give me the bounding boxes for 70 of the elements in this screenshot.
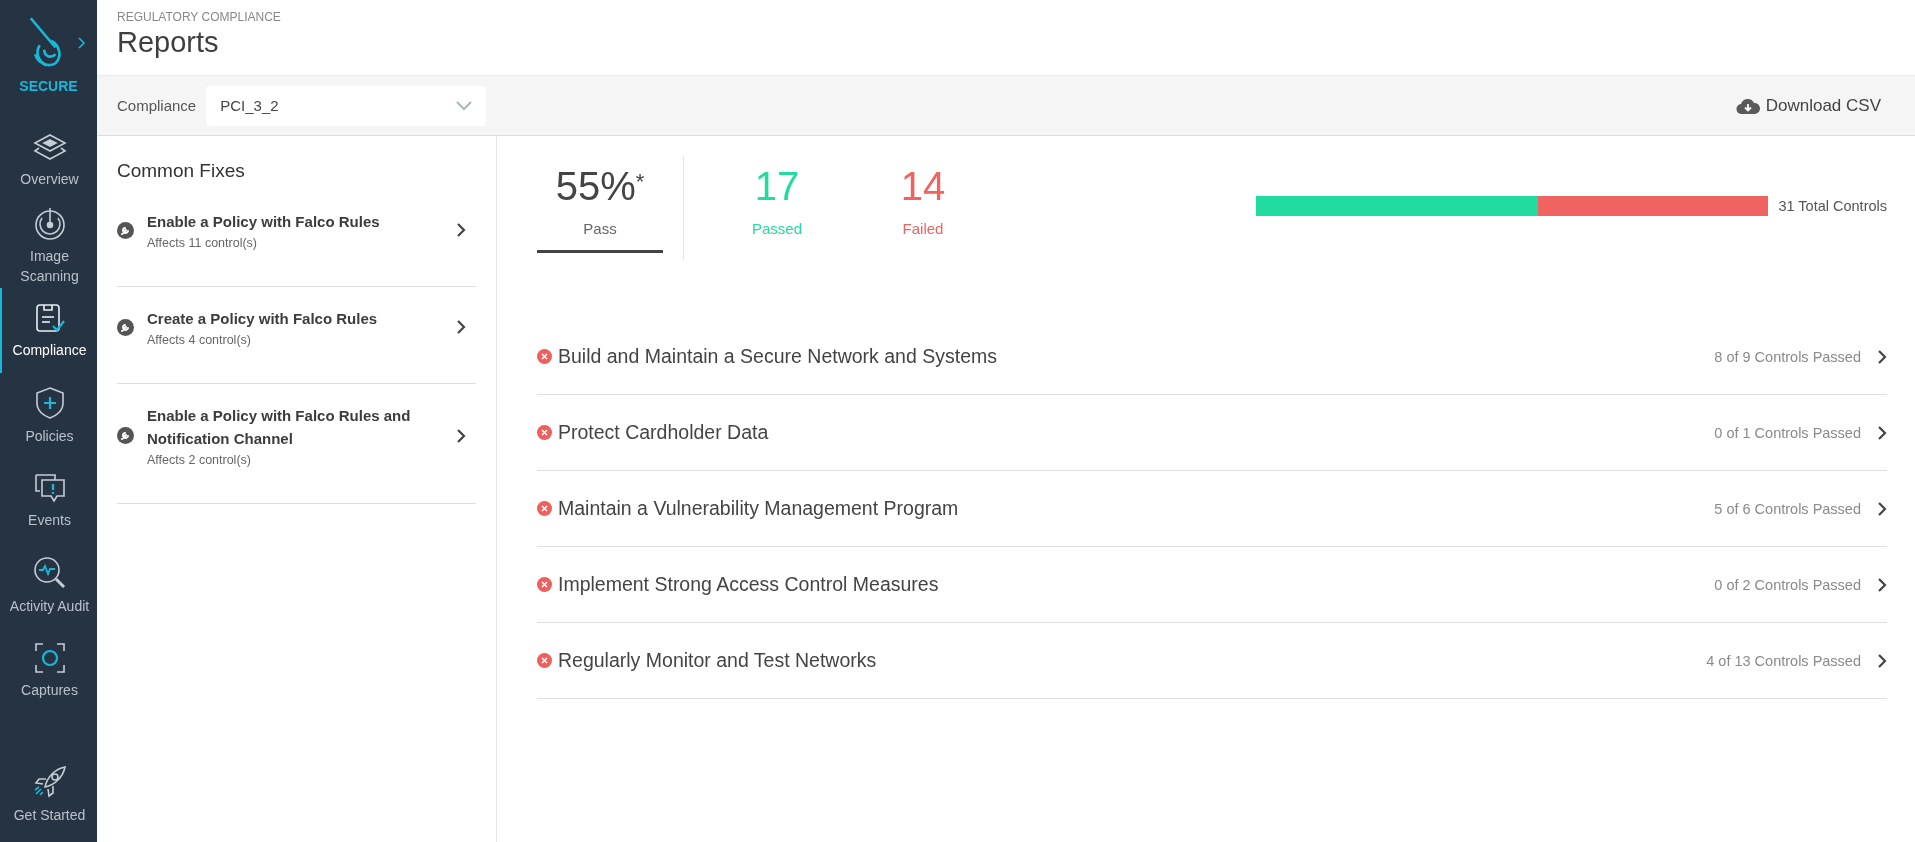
wrench-icon [117,427,134,444]
shield-plus-icon [34,385,65,420]
fix-item[interactable]: Enable a Policy with Falco Rules and Notification Channel Affects 2 control(s) [117,384,476,504]
chevron-right-icon [456,427,466,444]
section-title: Implement Strong Access Control Measures [558,573,940,596]
chevron-right-icon [1877,424,1887,441]
chevron-right-icon [456,222,466,238]
controls-passed: 4 of 13 Controls Passed [1706,652,1861,669]
nav-item[interactable]: Get Started [0,747,97,842]
chevron-right-icon [1877,348,1887,365]
section-row[interactable]: Implement Strong Access Control Measures 0 of 2 Controls Passed [537,547,1887,623]
total-controls: 31 Total Controls [1778,198,1887,214]
wrench-icon [117,318,134,336]
panel-title: Common Fixes [117,160,246,182]
caret-icon [456,100,473,111]
error-icon [537,349,552,364]
breadcrumb: REGULATORY COMPLIANCE [117,10,282,24]
section-row[interactable]: Maintain a Vulnerability Management Program 5 of 6 Controls Passed [537,471,1887,547]
wrench-icon [117,221,134,239]
compliance-label: Compliance [117,97,197,114]
passed-count: 17 [754,163,800,210]
section-row[interactable]: Build and Maintain a Secure Network and Systems 8 of 9 Controls Passed [537,319,1887,395]
error-icon [537,653,552,668]
section-row[interactable]: Regularly Monitor and Test Networks 4 of 13 Controls Passed [537,623,1887,699]
fix-affected-count: Affects 11 control(s) [147,236,258,250]
chevron-right-icon [1877,652,1887,669]
chevron-right-icon [1877,500,1887,517]
fix-affected-count: Affects 4 control(s) [147,333,252,347]
compliance-select[interactable]: PCI_3_2 [206,85,487,126]
fix-item[interactable]: Enable a Policy with Falco Rules Affects 11 control(s) [117,190,476,287]
error-icon [537,501,552,516]
download-csv-button[interactable]: Download CSV [1729,89,1887,122]
fix-affected-count: Affects 2 control(s) [147,453,252,467]
layers-icon [32,132,67,163]
cloud-download-icon [1735,96,1760,115]
section-title: Maintain a Vulnerability Management Program [558,497,960,520]
nav-item[interactable]: Events [0,458,97,543]
chevron-right-icon [1877,576,1887,593]
failed-label: Failed [902,220,944,237]
section-row[interactable]: Protect Cardholder Data 0 of 1 Controls Passed [537,395,1887,471]
chat-alert-icon [32,471,67,504]
error-icon [537,577,552,592]
chevron-right-icon[interactable] [77,37,86,49]
fix-title: Enable a Policy with Falco Rules and Notification Channel [147,406,412,449]
chevron-right-icon [456,319,466,335]
pass-rate-tab[interactable]: 55%$^{*}$ Pass [537,156,663,253]
nav-item[interactable]: Policies [0,373,97,458]
rocket-icon [32,764,67,799]
error-icon [537,425,552,440]
fix-title: Enable a Policy with Falco Rules [147,212,381,232]
section-title: Protect Cardholder Data [558,421,770,444]
page-title: Reports [117,26,220,59]
passed-label: Passed [751,220,802,237]
section-title: Regularly Monitor and Test Networks [558,649,878,672]
controls-passed: 5 of 6 Controls Passed [1714,500,1861,517]
failed-count: 14 [900,163,946,210]
fix-item[interactable]: Create a Policy with Falco Rules Affects 4 control(s) [117,287,476,384]
capture-icon [33,641,66,674]
controls-passed: 0 of 2 Controls Passed [1714,576,1861,593]
nav-item[interactable]: Image Scanning [0,203,97,288]
section-title: Build and Maintain a Secure Network and Systems [558,345,998,368]
gauge-icon [32,205,67,240]
nav-item[interactable]: Activity Audit [0,543,97,628]
nav-item[interactable]: Captures [0,628,97,713]
nav-item[interactable]: Overview [0,118,97,203]
brand-name: SECURE [19,78,78,94]
controls-passed: 0 of 1 Controls Passed [1714,424,1861,441]
magnifier-pulse-icon [32,555,67,590]
fix-title: Create a Policy with Falco Rules [147,309,379,329]
controls-passed: 8 of 9 Controls Passed [1714,348,1861,365]
